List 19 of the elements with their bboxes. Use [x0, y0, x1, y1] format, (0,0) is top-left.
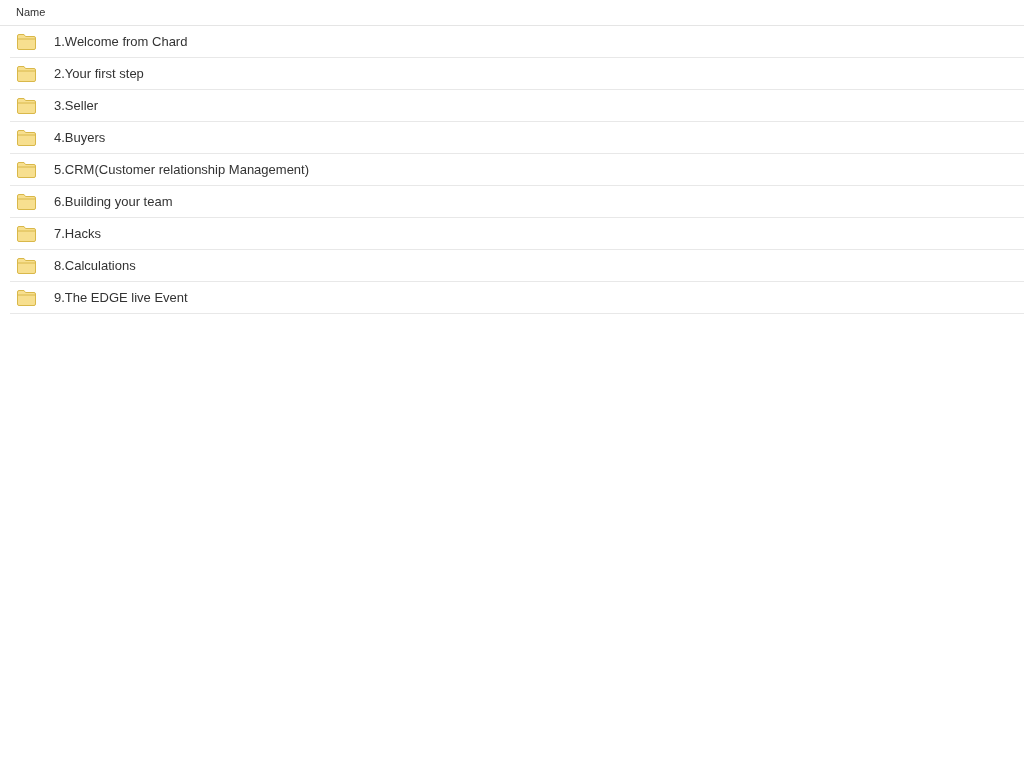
folder-name[interactable]: 7.Hacks: [54, 223, 101, 244]
folder-icon: [17, 65, 36, 82]
folder-icon: [17, 257, 36, 274]
folder-name[interactable]: 6.Building your team: [54, 191, 173, 212]
folder-icon: [17, 193, 36, 210]
column-header[interactable]: Name: [16, 4, 46, 21]
folder-name[interactable]: 2.Your first step: [54, 63, 144, 84]
folder-name[interactable]: 9.The EDGE live Event: [54, 287, 188, 308]
folder-icon: [17, 161, 36, 178]
folder-name[interactable]: 8.Calculations: [54, 255, 136, 276]
folder-name[interactable]: 1.Welcome from Chard: [54, 31, 188, 52]
folder-icon: [17, 33, 36, 50]
folder-icon: [17, 289, 36, 306]
folder-icon: [17, 129, 36, 146]
folder-icon: [17, 225, 36, 242]
folder-name[interactable]: 4.Buyers: [54, 127, 106, 148]
folder-name[interactable]: 5.CRM(Customer relationship Management): [54, 159, 310, 180]
folder-icon: [17, 97, 36, 114]
folder-name[interactable]: 3.Seller: [54, 95, 99, 116]
